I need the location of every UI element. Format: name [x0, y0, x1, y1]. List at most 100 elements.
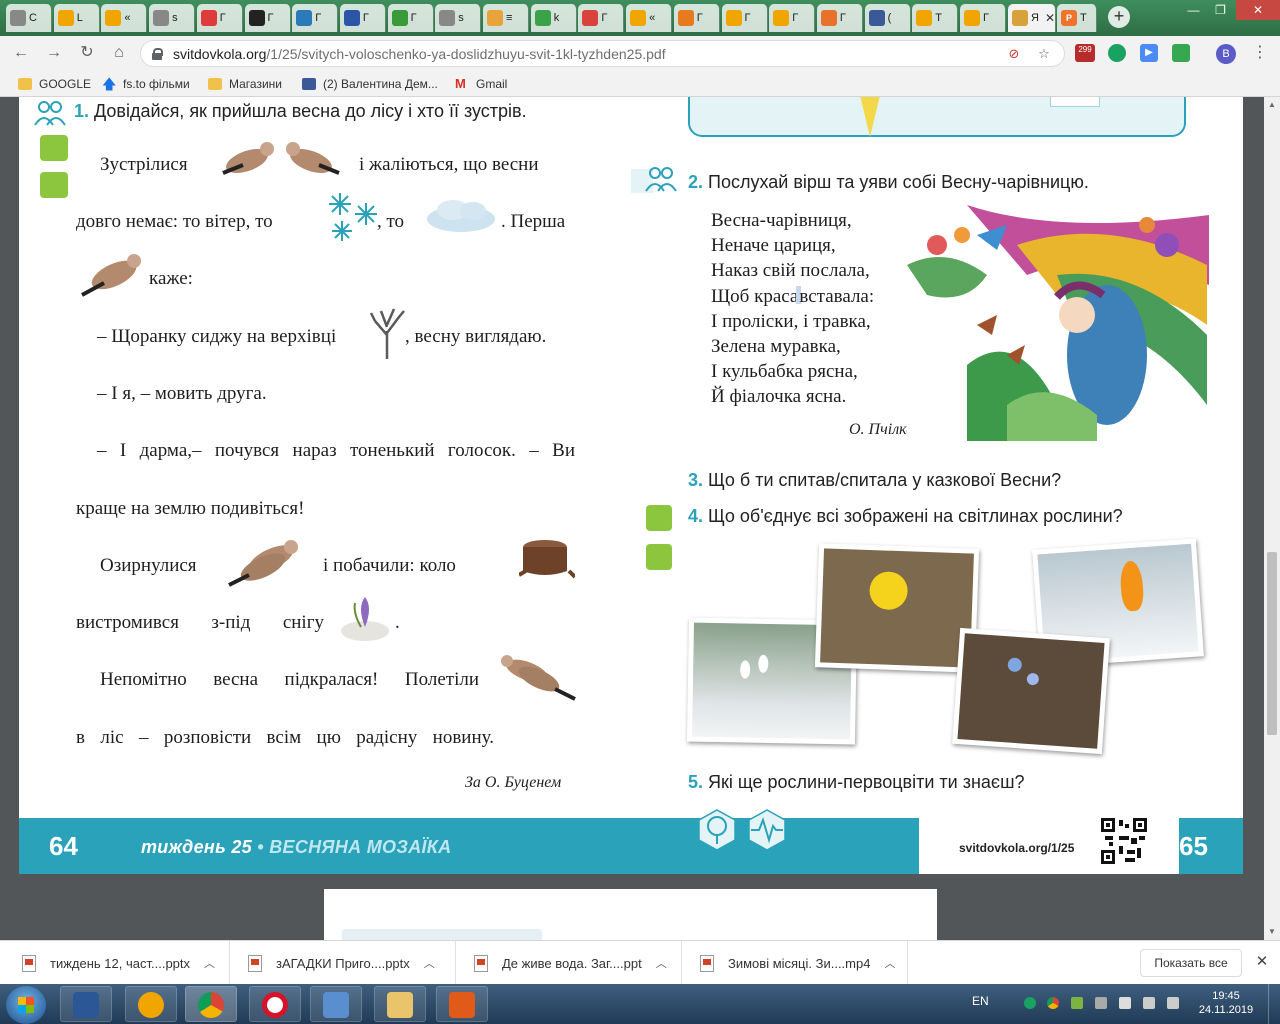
location-extension-icon[interactable] [1108, 44, 1126, 62]
chevron-up-icon[interactable]: ︿ [884, 955, 895, 971]
banner-box [1050, 97, 1100, 107]
download-item[interactable]: зАГАДКИ Приго....pptx ︿ [244, 941, 456, 985]
bookmark-facebook[interactable]: (2) Валентина Дем... [302, 75, 438, 93]
tab[interactable]: Г [339, 4, 386, 32]
url-text[interactable]: svitdovkola.org/1/25/svitych-voloschenko… [173, 46, 666, 62]
bookmark-google[interactable]: GOOGLE [18, 75, 91, 93]
new-tab-button[interactable]: + [1108, 6, 1130, 28]
system-clock[interactable]: 19:45 24.11.2019 [1196, 989, 1256, 1017]
download-item[interactable]: тиждень 12, част....pptx ︿ [18, 941, 230, 985]
tab[interactable]: k [530, 4, 577, 32]
tab-active[interactable]: Я ✕ [1008, 4, 1056, 32]
network-icon[interactable] [1167, 997, 1179, 1009]
scrollbar-thumb[interactable] [1267, 552, 1277, 735]
translate-extension-icon[interactable] [1172, 44, 1190, 62]
language-indicator[interactable]: EN [972, 994, 989, 1008]
menu-dots-icon[interactable]: ⋮ [1252, 44, 1268, 62]
chevron-up-icon[interactable]: ︿ [656, 955, 667, 971]
tab-last[interactable]: P Т [1057, 4, 1097, 32]
tab-title: Г [744, 12, 751, 24]
tab[interactable]: С [6, 4, 52, 32]
close-icon[interactable]: ✕ [1254, 953, 1270, 971]
tab[interactable]: « [101, 4, 148, 32]
close-window-button[interactable]: ✕ [1236, 0, 1280, 20]
footer-site-link[interactable]: svitdovkola.org/1/25 [959, 841, 1074, 855]
bookmark-gmail[interactable]: M Gmail [455, 75, 507, 93]
download-item[interactable]: Де живе вода. Заг....ppt ︿ [470, 941, 682, 985]
taskbar-opera[interactable] [249, 986, 301, 1022]
cookie-blocked-icon[interactable]: ⊘ [1006, 46, 1022, 62]
download-item[interactable]: Зимові місяці. Зи....mp4 ︿ [696, 941, 908, 985]
tab[interactable]: L [53, 4, 100, 32]
tab[interactable]: Т [912, 4, 959, 32]
tab[interactable]: Г [578, 4, 625, 32]
poem-line: Й фіалочка ясна. [711, 386, 847, 408]
page-number-right: 65 [1179, 831, 1208, 861]
tab[interactable]: Г [673, 4, 720, 32]
scroll-down-icon[interactable]: ▼ [1264, 924, 1280, 940]
media-icon [323, 992, 349, 1018]
location-tray-icon[interactable] [1024, 997, 1036, 1009]
taskbar-aimp[interactable] [125, 986, 177, 1022]
bookmark-fsto[interactable]: 🡅 fs.to фільми [102, 75, 190, 93]
tab[interactable]: s [149, 4, 196, 32]
tab-title: Г [315, 12, 322, 24]
tab[interactable]: Г [769, 4, 816, 32]
lightbulb-task-icon[interactable] [40, 172, 68, 198]
tab[interactable]: Г [960, 4, 1006, 32]
text-line: – І я, – мовить друга. [97, 383, 267, 404]
chrome-icon [198, 992, 224, 1018]
bookmark-star-icon[interactable]: ☆ [1036, 46, 1052, 62]
lock-icon[interactable] [151, 47, 163, 60]
restore-button[interactable]: ❐ [1207, 0, 1234, 20]
play-extension-icon[interactable]: ▶ [1140, 44, 1158, 62]
tab-title: Г [410, 12, 417, 24]
chrome-tray-icon[interactable] [1047, 997, 1059, 1009]
tab[interactable]: Г [721, 4, 768, 32]
tab[interactable]: Г [244, 4, 291, 32]
show-all-downloads-button[interactable]: Показать все [1140, 949, 1242, 977]
two-people-icon [645, 167, 677, 192]
tray-icon[interactable] [1095, 997, 1107, 1009]
book-task-icon[interactable] [646, 505, 672, 531]
book-task-icon[interactable] [646, 544, 672, 570]
tab[interactable]: Г [196, 4, 243, 32]
close-tab-icon[interactable]: ✕ [1045, 11, 1055, 25]
bookmark-magazyny[interactable]: Магазини [208, 75, 282, 93]
tab[interactable]: ≡ [483, 4, 529, 32]
taskbar-word[interactable] [60, 986, 112, 1022]
taskbar-chrome[interactable] [185, 986, 237, 1022]
tab[interactable]: Г [387, 4, 434, 32]
address-bar[interactable]: svitdovkola.org/1/25/svitych-voloschenko… [140, 40, 1065, 67]
tab[interactable]: Г [292, 4, 339, 32]
back-arrow-icon[interactable]: ← [10, 42, 32, 64]
show-desktop-button[interactable] [1268, 984, 1280, 1024]
question-2: 2. Послухай вірш та уяви собі Весну-чарі… [688, 172, 1089, 192]
tab-title: s [458, 12, 464, 24]
chevron-up-icon[interactable]: ︿ [204, 955, 215, 971]
taskbar-media[interactable] [310, 986, 362, 1022]
heartbeat-hexagon-icon [748, 809, 786, 851]
week-label: тиждень 25 • ВЕСНЯНА МОЗАЇКА [141, 837, 452, 857]
pdf-viewer[interactable]: 1. Довідайся, як прийшла весна до лісу і… [0, 97, 1280, 940]
app-tray-icon[interactable] [1071, 997, 1083, 1009]
chevron-up-icon[interactable]: ︿ [424, 955, 435, 971]
vertical-scrollbar[interactable]: ▲ ▼ [1264, 97, 1280, 940]
scroll-up-icon[interactable]: ▲ [1264, 97, 1280, 113]
minimize-button[interactable]: — [1180, 0, 1207, 20]
reload-icon[interactable]: ↻ [76, 42, 98, 64]
forward-arrow-icon[interactable]: → [43, 42, 65, 64]
mail-extension-icon[interactable]: 299 [1075, 44, 1095, 62]
flag-icon[interactable] [1119, 997, 1131, 1009]
tab[interactable]: ( [864, 4, 911, 32]
volume-icon[interactable] [1143, 997, 1155, 1009]
tab[interactable]: Г [816, 4, 863, 32]
book-task-icon[interactable] [40, 135, 68, 161]
start-button[interactable] [6, 986, 46, 1024]
taskbar-pdf[interactable] [436, 986, 488, 1022]
profile-avatar[interactable]: B [1216, 44, 1236, 64]
tab[interactable]: « [626, 4, 673, 32]
home-icon[interactable]: ⌂ [108, 42, 130, 64]
tab[interactable]: s [435, 4, 482, 32]
taskbar-explorer[interactable] [374, 986, 426, 1022]
